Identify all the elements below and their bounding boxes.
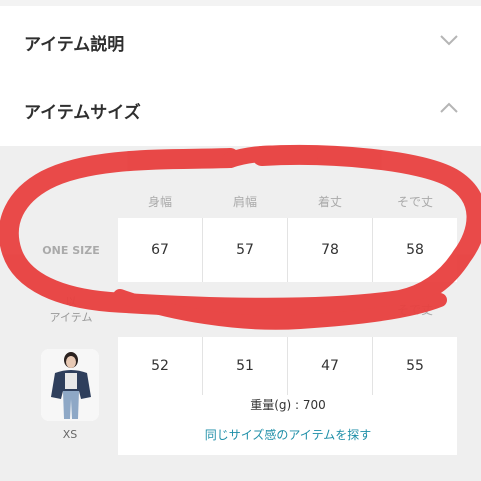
header-body-width: 身幅 (147, 194, 172, 209)
similar-item-label: 以 アイテム (24, 294, 118, 326)
chevron-up-icon[interactable] (439, 102, 459, 114)
divider (372, 218, 373, 282)
accordion-item-description[interactable]: アイテム説明 (0, 6, 481, 79)
size-value-sleeve-length: 58 (373, 218, 457, 282)
model-figure-icon (41, 349, 99, 421)
size-value-body-width: 67 (118, 218, 202, 282)
accordion-item-size[interactable]: アイテムサイズ (0, 74, 481, 147)
size-label: ONE SIZE (42, 243, 100, 257)
similar-item-label-line2: アイテム (49, 311, 93, 324)
accordion-title: アイテムサイズ (24, 103, 141, 123)
similar-value-sleeve-length: 55 (406, 358, 424, 374)
header-shoulder-width: 肩幅 (232, 194, 257, 209)
similar-value-shoulder-width: 51 (236, 358, 254, 374)
header-length: 着丈 (317, 194, 342, 209)
model-thumbnail[interactable] (41, 349, 99, 421)
find-similar-size-link[interactable]: 同じサイズ感のアイテムを探す (118, 426, 458, 443)
accordion-title: アイテム説明 (24, 35, 125, 55)
similar-value-body-width: 52 (151, 358, 169, 374)
divider (202, 218, 203, 282)
divider (287, 218, 288, 282)
similar-size-label: XS (62, 428, 78, 441)
size-value-length: 78 (288, 218, 372, 282)
similar-value-length: 47 (321, 358, 339, 374)
chevron-down-icon[interactable] (439, 34, 459, 46)
size-value-shoulder-width: 57 (203, 218, 287, 282)
similar-item-label-line1: 以 (65, 295, 77, 308)
item-weight: 重量(g) : 700 (250, 398, 326, 412)
similar-header-sleeve: そで丈 (396, 302, 433, 317)
header-sleeve-length: そで丈 (396, 194, 433, 209)
